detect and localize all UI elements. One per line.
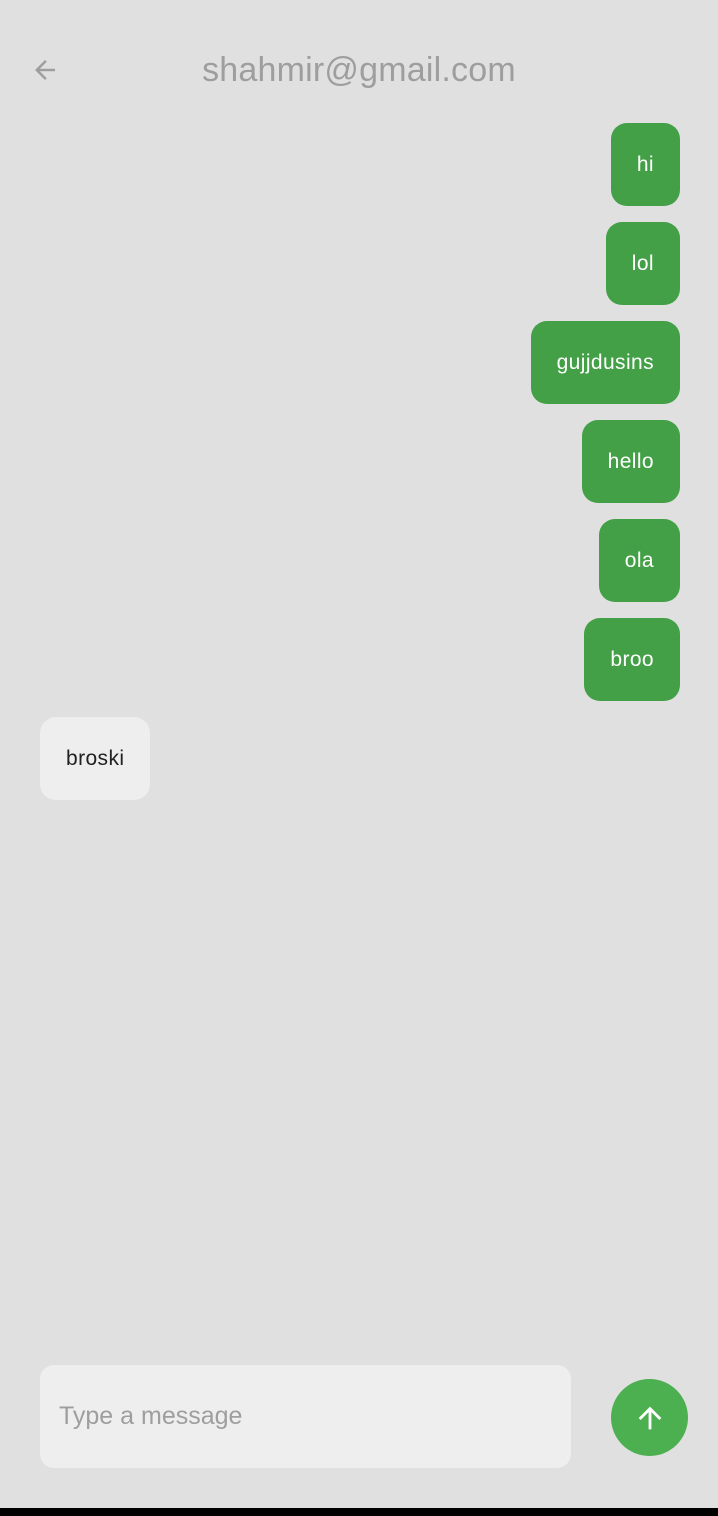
message-input[interactable] (40, 1365, 571, 1468)
message-text: hi (636, 152, 654, 176)
message-bubble-sent: gujjdusins (530, 321, 680, 404)
message-text: hello (607, 449, 654, 473)
message-composer (40, 1365, 571, 1468)
message-bubble-sent: hello (581, 420, 680, 503)
message-list: hi lol gujjdusins hello ola broo broski (40, 123, 680, 800)
app-bar: shahmir@gmail.com (0, 30, 718, 110)
send-button[interactable] (611, 1379, 688, 1456)
message-text: gujjdusins (556, 350, 654, 374)
message-text: lol (631, 251, 654, 275)
message-bubble-sent: lol (605, 222, 680, 305)
message-bubble-sent: hi (610, 123, 680, 206)
arrow-upward-icon (638, 1406, 661, 1429)
message-bubble-received: broski (40, 717, 151, 800)
system-navigation-bar (0, 1508, 718, 1516)
message-bubble-sent: broo (584, 618, 680, 701)
message-bubble-sent: ola (598, 519, 680, 602)
chat-title: shahmir@gmail.com (202, 51, 516, 89)
message-text: broski (66, 746, 125, 770)
chat-screen: shahmir@gmail.com hi lol gujjdusins hell… (0, 0, 718, 1508)
message-text: broo (610, 647, 654, 671)
message-text: ola (624, 548, 654, 572)
